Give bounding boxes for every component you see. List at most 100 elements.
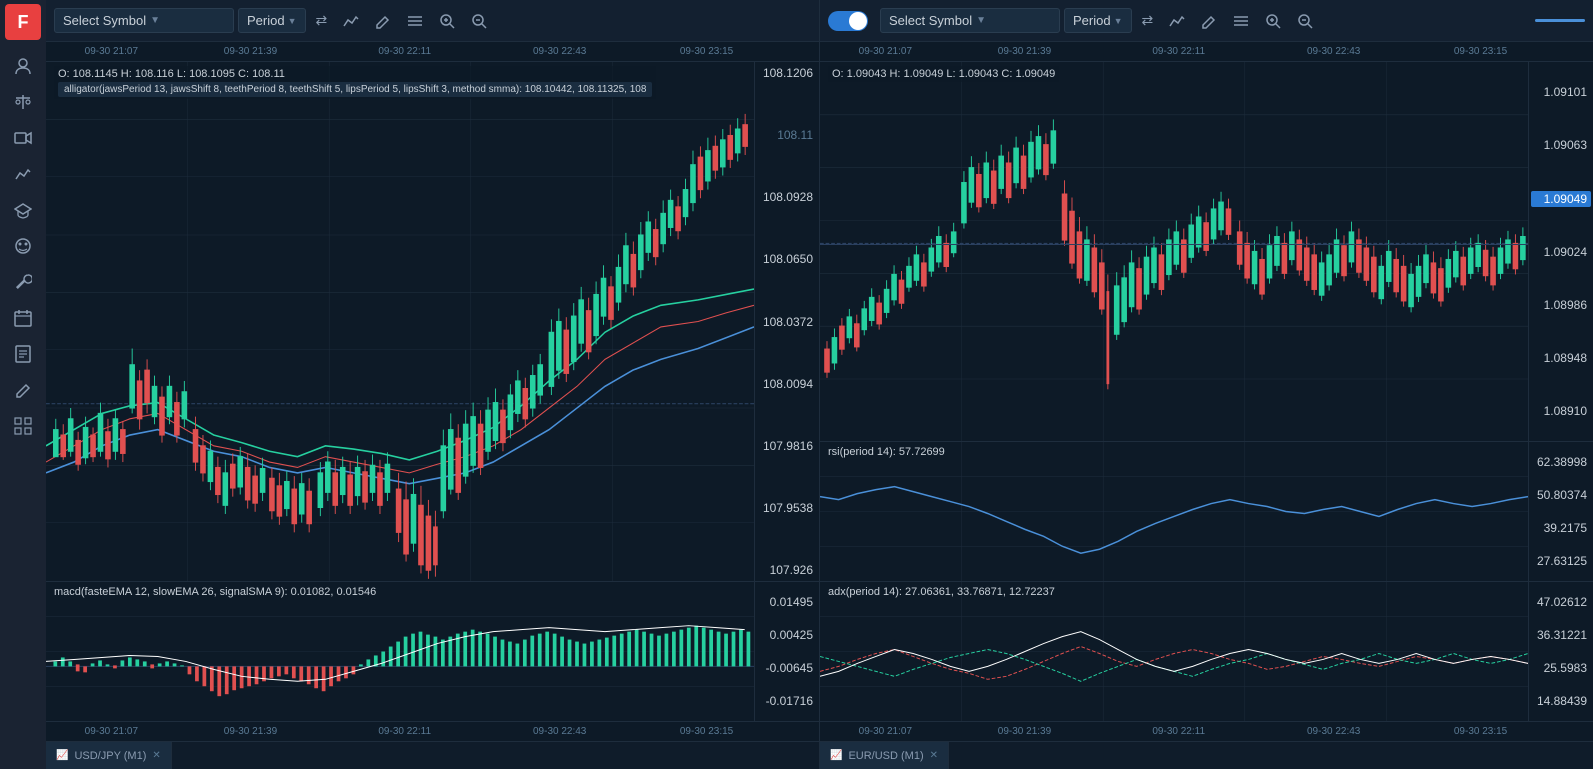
- left-price-8: 107.9538: [757, 501, 817, 515]
- rsi-price-4: 27.63125: [1531, 554, 1591, 568]
- left-time-axis-bottom: 09-30 21:07 09-30 21:39 09-30 22:11 09-3…: [46, 721, 819, 741]
- right-time-4: 09-30 22:43: [1307, 46, 1360, 57]
- right-price-1: 1.09101: [1531, 85, 1591, 99]
- right-price-5: 1.08986: [1531, 298, 1591, 312]
- calendar-icon[interactable]: [7, 302, 39, 334]
- left-time-1: 09-30 21:07: [85, 46, 138, 57]
- left-tab-bar: 📈 USD/JPY (M1) ✕: [46, 741, 819, 769]
- right-adx-panel: adx(period 14): 27.06361, 33.76871, 12.7…: [820, 581, 1593, 721]
- right-rsi-chart[interactable]: rsi(period 14): 57.72699: [820, 442, 1528, 581]
- right-chart-panel: Select Symbol ▼ Period ▼ ⇄: [820, 0, 1593, 769]
- left-chart-tab[interactable]: 📈 USD/JPY (M1) ✕: [46, 742, 172, 769]
- right-bottom-time-5: 09-30 23:15: [1454, 726, 1507, 737]
- left-indicators-button[interactable]: [401, 9, 429, 33]
- adx-price-2: 36.31221: [1531, 628, 1591, 642]
- left-bottom-time-5: 09-30 23:15: [680, 726, 733, 737]
- adx-price-1: 47.02612: [1531, 595, 1591, 609]
- right-price-3: 1.09049: [1531, 191, 1591, 207]
- right-zoomout-button[interactable]: [1291, 9, 1319, 33]
- left-symbol-arrow: ▼: [150, 15, 160, 26]
- pen-icon[interactable]: [7, 374, 39, 406]
- left-zoomin-button[interactable]: [433, 9, 461, 33]
- video-icon[interactable]: [7, 122, 39, 154]
- mask-icon[interactable]: [7, 230, 39, 262]
- right-price-6: 1.08948: [1531, 351, 1591, 365]
- right-symbol-arrow: ▼: [976, 15, 986, 26]
- left-indicator-info: alligator(jawsPeriod 13, jawsShift 8, te…: [58, 82, 652, 97]
- right-time-axis-top: 09-30 21:07 09-30 21:39 09-30 22:11 09-3…: [820, 42, 1593, 62]
- right-compare-button[interactable]: ⇄: [1136, 8, 1160, 33]
- grid-icon[interactable]: [7, 410, 39, 442]
- left-macd-info: macd(fasteEMA 12, slowEMA 26, signalSMA …: [54, 586, 376, 598]
- right-rsi-info: rsi(period 14): 57.72699: [828, 446, 945, 458]
- left-main-chart[interactable]: O: 108.1145 H: 108.116 L: 108.1095 C: 10…: [46, 62, 754, 581]
- left-time-2: 09-30 21:39: [224, 46, 277, 57]
- right-period-button[interactable]: Period ▼: [1064, 8, 1132, 33]
- sidebar: F: [0, 0, 46, 769]
- right-chart-tab[interactable]: 📈 EUR/USD (M1) ✕: [820, 742, 949, 769]
- left-tab-label: USD/JPY (M1): [74, 750, 146, 762]
- right-rsi-svg: [820, 442, 1528, 581]
- right-price-4: 1.09024: [1531, 245, 1591, 259]
- right-indicators-button[interactable]: [1227, 9, 1255, 33]
- left-price-7: 107.9816: [757, 439, 817, 453]
- left-macd-chart[interactable]: macd(fasteEMA 12, slowEMA 26, signalSMA …: [46, 582, 754, 721]
- macd-price-1: 0.01495: [757, 595, 817, 609]
- right-adx-chart[interactable]: adx(period 14): 27.06361, 33.76871, 12.7…: [820, 582, 1528, 721]
- right-rsi-panel: rsi(period 14): 57.72699: [820, 441, 1593, 581]
- left-macd-panel: macd(fasteEMA 12, slowEMA 26, signalSMA …: [46, 581, 819, 721]
- left-price-9: 107.926: [757, 563, 817, 577]
- adx-price-4: 14.88439: [1531, 694, 1591, 708]
- right-adx-svg: [820, 582, 1528, 721]
- right-tab-chart-icon: 📈: [830, 750, 842, 761]
- right-adx-axis: 47.02612 36.31221 25.5983 14.88439: [1528, 582, 1593, 721]
- toggle-thumb: [849, 12, 867, 30]
- document-icon[interactable]: [7, 338, 39, 370]
- right-price-2: 1.09063: [1531, 138, 1591, 152]
- chart-line-icon[interactable]: [7, 158, 39, 190]
- macd-price-3: -0.00645: [757, 661, 817, 675]
- left-price-axis: 108.1206 108.11 108.0928 108.0650 108.03…: [754, 62, 819, 581]
- left-time-axis-top: 09-30 21:07 09-30 21:39 09-30 22:11 09-3…: [46, 42, 819, 62]
- left-period-button[interactable]: Period ▼: [238, 8, 306, 33]
- wrench-icon[interactable]: [7, 266, 39, 298]
- right-zoomin-button[interactable]: [1259, 9, 1287, 33]
- right-time-2: 09-30 21:39: [998, 46, 1051, 57]
- charts-row: Select Symbol ▼ Period ▼ ⇄: [46, 0, 1593, 769]
- app-logo[interactable]: F: [5, 4, 41, 40]
- tab-chart-icon: 📈: [56, 750, 68, 761]
- rsi-price-3: 39.2175: [1531, 521, 1591, 535]
- left-symbol-selector[interactable]: Select Symbol ▼: [54, 8, 234, 33]
- macd-price-4: -0.01716: [757, 694, 817, 708]
- left-price-2: 108.11: [757, 128, 817, 142]
- left-linechart-button[interactable]: [337, 9, 365, 33]
- right-tab-close[interactable]: ✕: [930, 750, 938, 761]
- right-bottom-time-2: 09-30 21:39: [998, 726, 1051, 737]
- right-symbol-selector[interactable]: Select Symbol ▼: [880, 8, 1060, 33]
- person-icon[interactable]: [7, 50, 39, 82]
- right-main-chart[interactable]: O: 1.09043 H: 1.09049 L: 1.09043 C: 1.09…: [820, 62, 1528, 441]
- right-time-5: 09-30 23:15: [1454, 46, 1507, 57]
- right-tab-bar: 📈 EUR/USD (M1) ✕: [820, 741, 1593, 769]
- scales-icon[interactable]: [7, 86, 39, 118]
- left-tab-close[interactable]: ✕: [152, 750, 160, 761]
- right-chart-info: O: 1.09043 H: 1.09049 L: 1.09043 C: 1.09…: [828, 66, 1059, 82]
- left-chart-svg: [46, 62, 754, 581]
- left-toolbar: Select Symbol ▼ Period ▼ ⇄: [46, 0, 819, 42]
- right-time-axis-bottom: 09-30 21:07 09-30 21:39 09-30 22:11 09-3…: [820, 721, 1593, 741]
- right-ohlc: O: 1.09043 H: 1.09049 L: 1.09043 C: 1.09…: [832, 68, 1055, 80]
- left-macd-svg: [46, 582, 754, 721]
- left-price-4: 108.0650: [757, 252, 817, 266]
- right-tab-label: EUR/USD (M1): [848, 750, 923, 762]
- left-bottom-time-3: 09-30 22:11: [378, 726, 431, 737]
- right-chart-svg: [820, 62, 1528, 441]
- left-chart-info: O: 108.1145 H: 108.116 L: 108.1095 C: 10…: [54, 66, 656, 99]
- left-compare-button[interactable]: ⇄: [310, 8, 334, 33]
- right-draw-button[interactable]: [1195, 9, 1223, 33]
- left-zoomout-button[interactable]: [465, 9, 493, 33]
- left-bottom-time-1: 09-30 21:07: [85, 726, 138, 737]
- right-linechart-button[interactable]: [1163, 9, 1191, 33]
- sync-toggle[interactable]: [828, 11, 868, 31]
- left-draw-button[interactable]: [369, 9, 397, 33]
- graduation-icon[interactable]: [7, 194, 39, 226]
